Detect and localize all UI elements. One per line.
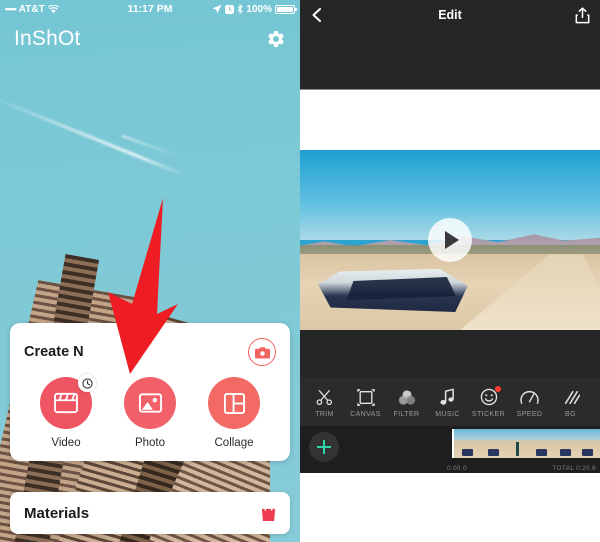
clip-thumb-object: [560, 449, 571, 456]
app-logo: InShOt: [14, 27, 81, 50]
timeline: 0:00.0 TOTAL 0:20.6: [300, 426, 600, 473]
app-header: InShOt: [0, 18, 300, 60]
clip-thumbnail-strip[interactable]: [452, 429, 600, 458]
chevron-left-icon[interactable]: [310, 8, 324, 22]
tool-label: FILTER: [393, 411, 420, 418]
tool-label: CANVAS: [350, 411, 381, 418]
edit-top-dark-area: [300, 30, 600, 90]
tool-label: BG: [565, 411, 576, 418]
timeline-total-time: TOTAL 0:20.6: [552, 465, 596, 472]
share-upload-icon[interactable]: [575, 6, 590, 24]
wifi-icon: [47, 4, 59, 13]
sticker-new-badge: [495, 386, 501, 392]
alarm-icon: [225, 4, 235, 14]
clip-thumb-object: [488, 449, 499, 456]
edit-navbar: Edit: [300, 0, 600, 30]
tool-music[interactable]: MUSIC: [427, 386, 468, 418]
canvas-frame-icon: [356, 386, 375, 408]
clock-badge-icon: [78, 374, 96, 392]
tool-label: SPEED: [516, 411, 543, 418]
clock-glyph-icon: [81, 377, 93, 389]
tool-filter[interactable]: FILTER: [386, 386, 427, 418]
diagonal-stripes-icon: [562, 386, 580, 408]
collage-grid-icon: [223, 392, 245, 414]
status-bar: ••••• AT&T 11:17 PM 100%: [0, 0, 300, 18]
inshot-home-screen: ••••• AT&T 11:17 PM 100% InShOt Create N…: [0, 0, 300, 542]
edit-toolbar: TRIM CANVAS FILTER MUSIC STICKER SPEED B…: [300, 378, 600, 426]
video-button-circle: [40, 374, 96, 429]
plus-icon: [317, 440, 331, 454]
battery-percent-label: 100%: [246, 3, 272, 15]
video-preview[interactable]: [300, 150, 600, 330]
edit-title: Edit: [438, 8, 462, 22]
clip-thumb-object: [536, 449, 547, 456]
camera-button[interactable]: [248, 338, 276, 366]
play-icon: [445, 231, 459, 249]
signal-dots-icon: •••••: [5, 4, 17, 14]
create-card-header: Create N: [24, 338, 276, 366]
image-icon: [138, 393, 162, 413]
create-action-collage[interactable]: Collage: [194, 377, 274, 449]
tool-sticker[interactable]: STICKER: [468, 386, 509, 418]
inshot-edit-screen: Edit TRIM CANVAS FILTER MUSIC STICKER SP…: [300, 0, 600, 542]
timeline-times: 0:00.0 TOTAL 0:20.6: [300, 465, 600, 472]
materials-card[interactable]: Materials: [10, 492, 290, 534]
dual-phone-screenshot: ••••• AT&T 11:17 PM 100% InShOt Create N…: [0, 0, 600, 542]
clapperboard-icon: [54, 392, 78, 414]
clip-thumb-object: [462, 449, 473, 456]
edit-lower-dark-area: [300, 330, 600, 378]
collage-label: Collage: [214, 437, 254, 449]
camera-icon: [254, 346, 270, 358]
scissors-icon: [316, 386, 333, 408]
create-card-title: Create N: [24, 344, 84, 360]
tool-label: STICKER: [471, 411, 506, 418]
create-action-video[interactable]: Video: [26, 374, 106, 449]
gear-icon[interactable]: [266, 29, 286, 49]
status-bar-left: ••••• AT&T: [5, 4, 59, 15]
video-label: Video: [51, 437, 81, 449]
add-clip-button[interactable]: [309, 432, 339, 462]
carrier-label: AT&T: [18, 3, 45, 15]
clip-thumb-cactus: [516, 442, 519, 456]
play-button[interactable]: [428, 218, 472, 262]
battery-icon: [275, 4, 297, 14]
create-actions: Video Photo Collage: [24, 374, 276, 449]
create-action-photo[interactable]: Photo: [110, 377, 190, 449]
filter-circles-icon: [398, 386, 416, 408]
tool-label: TRIM: [315, 411, 334, 418]
music-note-icon: [440, 386, 455, 408]
bluetooth-icon: [238, 4, 244, 14]
status-bar-right: 100%: [212, 3, 297, 15]
materials-label: Materials: [24, 504, 90, 522]
speedometer-icon: [520, 386, 539, 408]
tool-canvas[interactable]: CANVAS: [345, 386, 386, 418]
clip-thumb-object: [582, 449, 593, 456]
tool-bg[interactable]: BG: [550, 386, 591, 418]
tool-trim[interactable]: TRIM: [304, 386, 345, 418]
photo-label: Photo: [134, 437, 166, 449]
location-arrow-icon: [213, 4, 222, 14]
collage-button-circle: [208, 377, 260, 429]
photo-button-circle: [124, 377, 176, 429]
contrail-streak: [0, 95, 186, 177]
tool-speed[interactable]: SPEED: [509, 386, 550, 418]
tool-more[interactable]: [591, 390, 600, 415]
timeline-start-time: 0:00.0: [447, 465, 467, 472]
shopping-bag-icon: [261, 504, 276, 521]
edit-white-gap: [300, 90, 600, 150]
create-new-card: Create N Video Photo Collage: [10, 323, 290, 461]
tool-label: MUSIC: [435, 411, 460, 418]
